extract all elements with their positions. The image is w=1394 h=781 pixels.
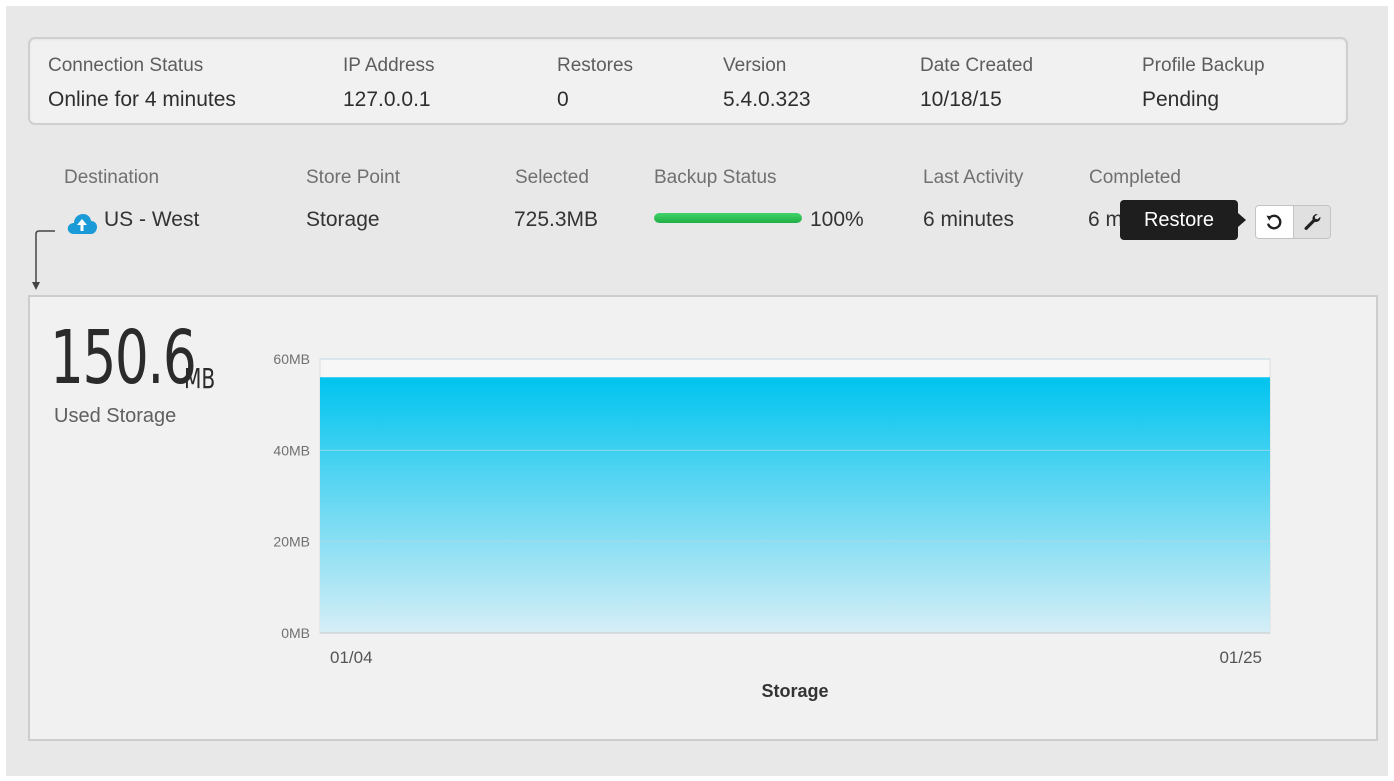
x-tick-label: 01/04 (330, 648, 373, 667)
refresh-icon (1266, 214, 1282, 230)
used-storage-label: Used Storage (54, 405, 177, 427)
backup-progress-fill (654, 213, 802, 223)
summary-value: 5.4.0.323 (723, 88, 811, 111)
last-activity-value: 6 minutes (923, 208, 1015, 231)
summary-label: Date Created (920, 55, 1034, 76)
y-tick-label: 40MB (273, 442, 310, 458)
x-tick-label: 01/25 (1219, 648, 1262, 667)
summary-value: Pending (1142, 88, 1220, 111)
summary-value: 0 (557, 88, 569, 111)
y-tick-label: 20MB (273, 534, 310, 550)
selected-size-value: 725.3MB (514, 208, 599, 231)
header-store-point: Store Point (306, 167, 400, 188)
summary-version: Version 5.4.0.323 (723, 55, 811, 112)
destination-name[interactable]: US - West (104, 208, 199, 232)
profile-summary-panel: Connection Status Online for 4 minutes I… (28, 37, 1348, 125)
backup-progress-bar (654, 213, 802, 223)
wrench-icon (1304, 214, 1321, 230)
summary-date-created: Date Created 10/18/15 (920, 55, 1033, 112)
storage-chart: 0MB 20MB 40MB 60MB 01/04 01/25 Storage (273, 351, 1271, 701)
connector-arrow-icon (32, 230, 55, 290)
summary-label: Version (723, 55, 787, 76)
summary-value: Online for 4 minutes (48, 88, 236, 111)
summary-value: 127.0.0.1 (343, 88, 431, 111)
summary-label: Connection Status (48, 55, 204, 76)
header-last-activity: Last Activity (923, 167, 1024, 188)
store-point-value: Storage (306, 208, 380, 231)
settings-button[interactable] (1292, 206, 1330, 238)
header-selected: Selected (515, 167, 589, 188)
y-tick-label: 60MB (273, 351, 310, 367)
backup-percent: 100% (810, 208, 864, 231)
cloud-upload-icon (67, 214, 97, 234)
destination-actions (1255, 205, 1331, 239)
summary-ip-address: IP Address 127.0.0.1 (343, 55, 435, 112)
y-tick-label: 0MB (281, 625, 310, 641)
summary-connection-status: Connection Status Online for 4 minutes (48, 55, 236, 112)
summary-profile-backup: Profile Backup Pending (1142, 55, 1265, 112)
x-axis-title: Storage (761, 681, 828, 701)
header-destination: Destination (64, 167, 160, 188)
header-completed: Completed (1089, 167, 1181, 188)
summary-label: Profile Backup (1142, 55, 1265, 76)
restore-tooltip-text: Restore (1143, 208, 1215, 231)
summary-value: 10/18/15 (920, 88, 1002, 111)
used-storage-value: 150.6 (50, 315, 197, 401)
storage-area (320, 377, 1270, 633)
used-storage-unit: MB (184, 362, 216, 395)
restore-tooltip: Restore (1120, 200, 1246, 240)
summary-label: IP Address (343, 55, 435, 76)
restore-button[interactable] (1256, 206, 1293, 238)
header-backup-status: Backup Status (654, 167, 777, 188)
summary-restores: Restores 0 (557, 55, 633, 112)
summary-label: Restores (557, 55, 634, 76)
